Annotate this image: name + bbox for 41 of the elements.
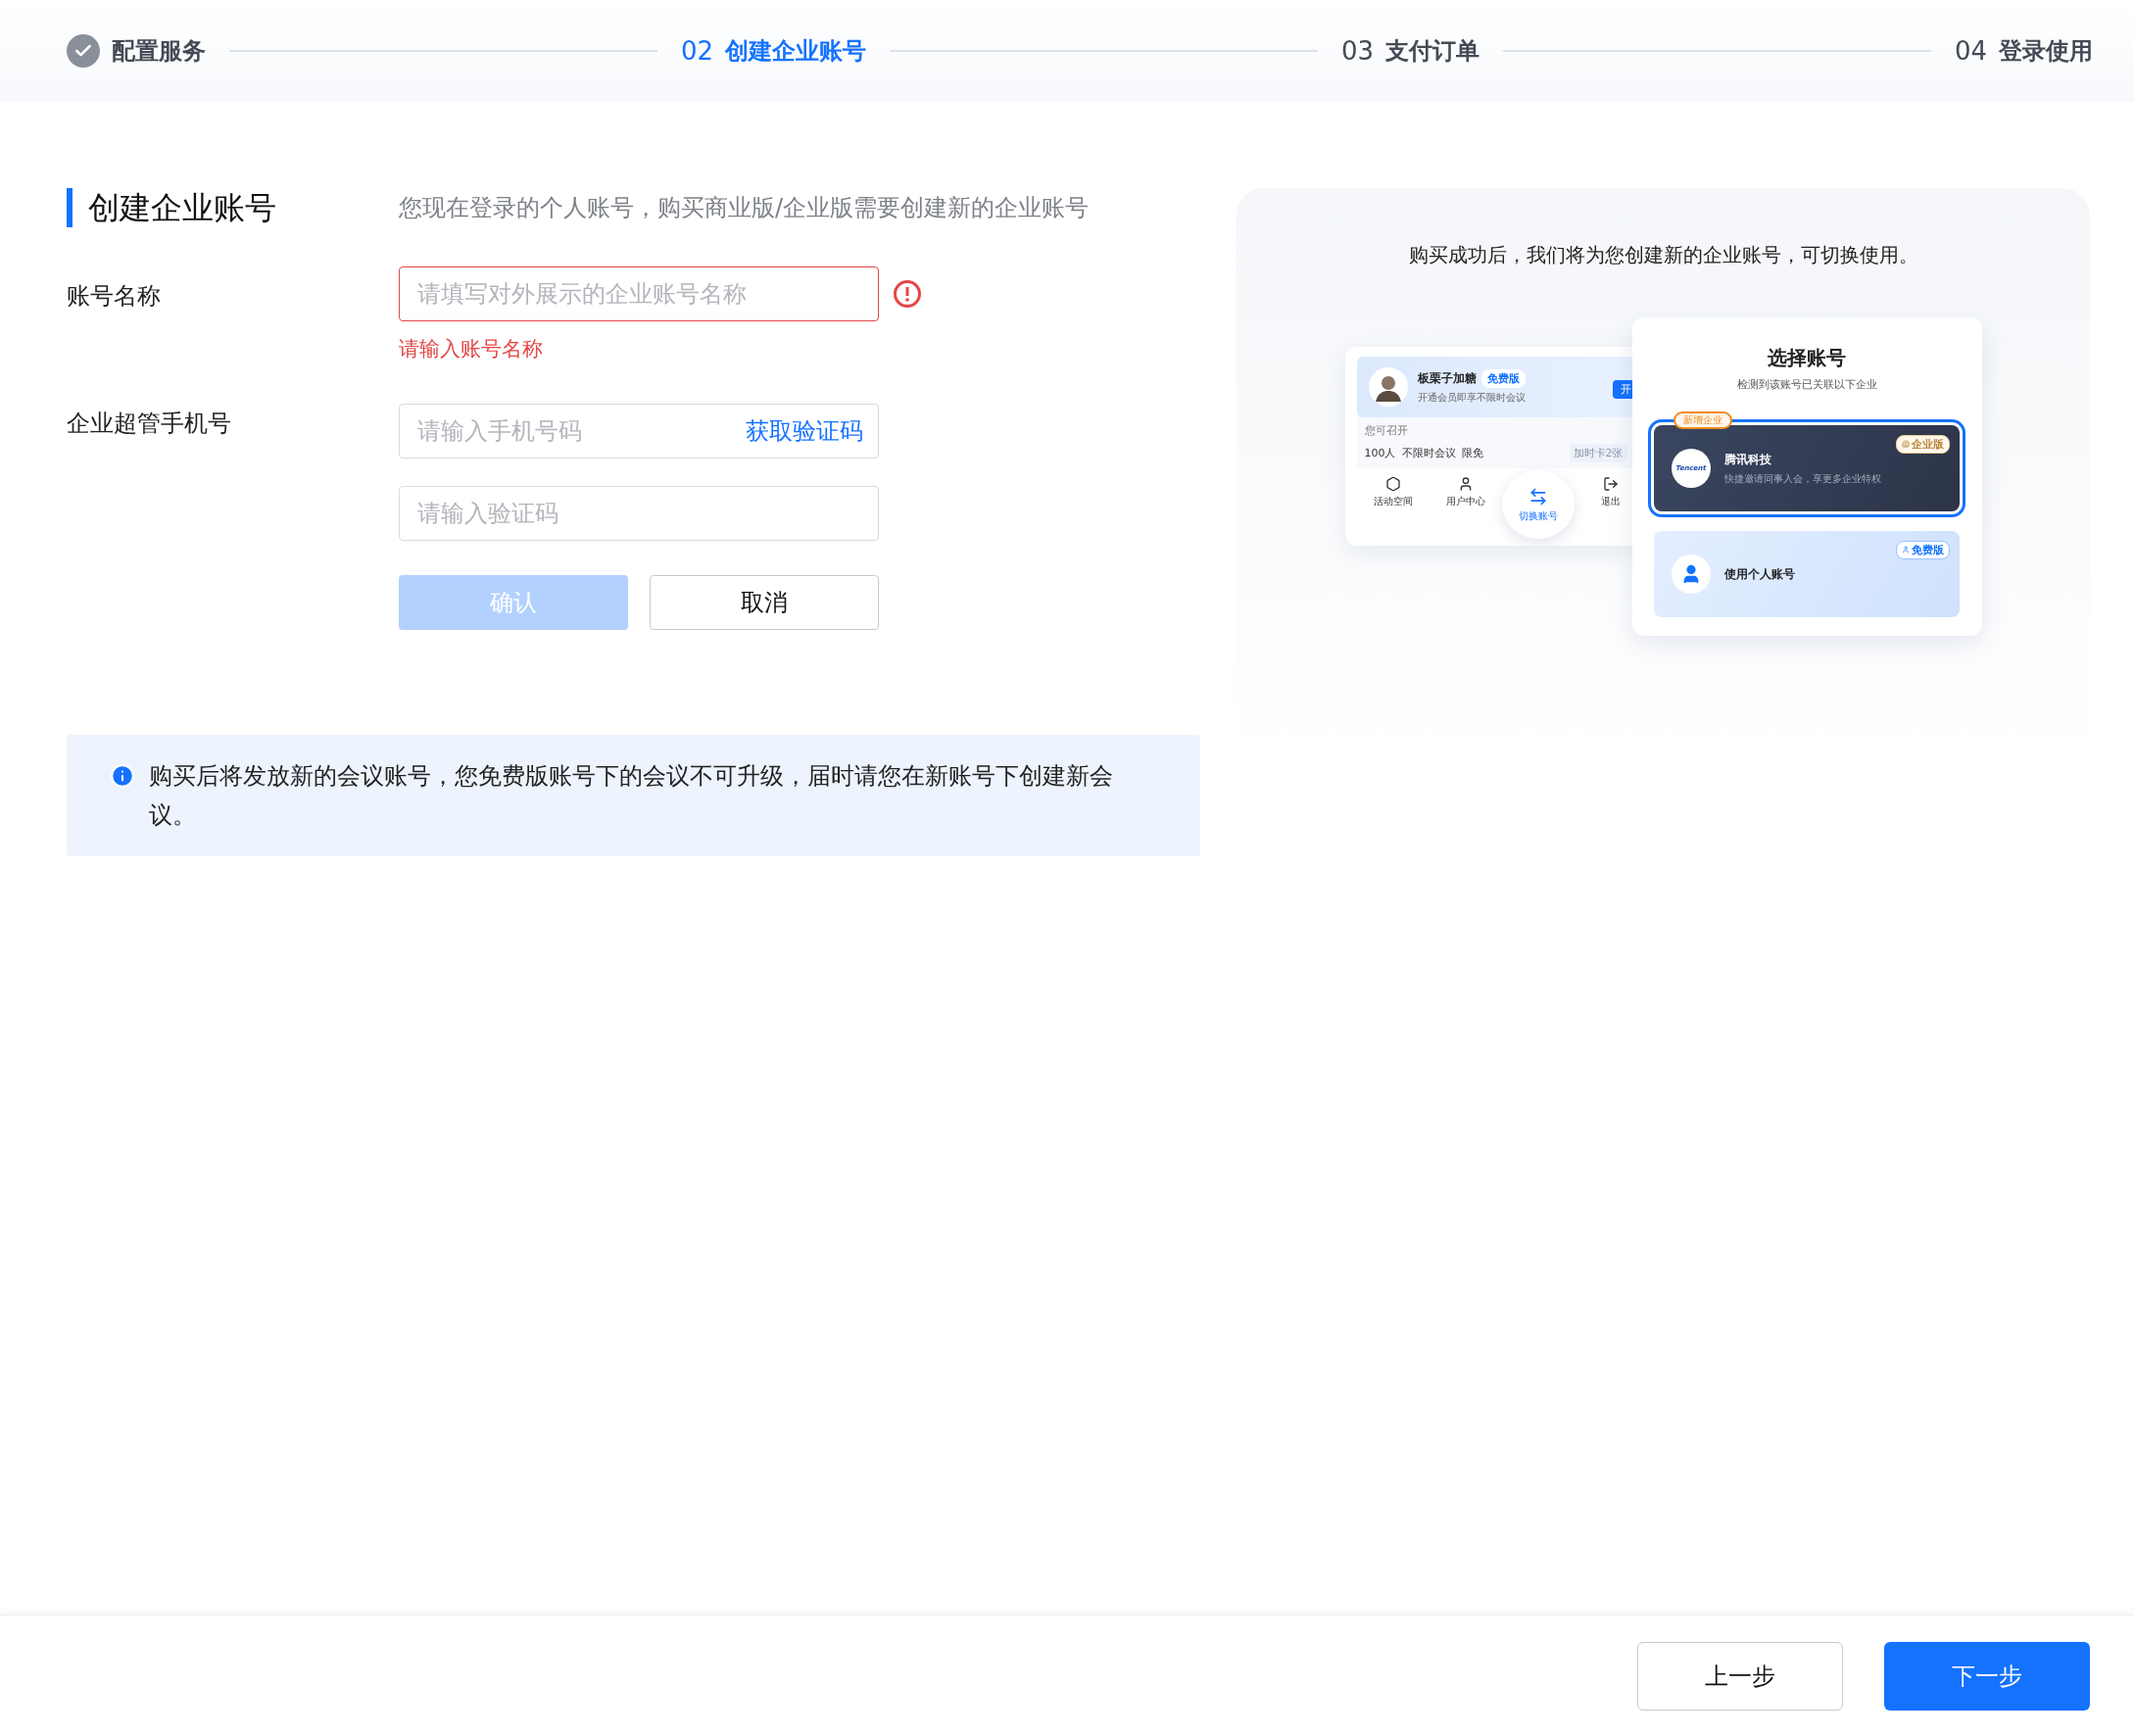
get-code-link[interactable]: 获取验证码 (746, 415, 863, 447)
info-text: 购买后将发放新的会议账号，您免费版账号下的会议不可升级，届时请您在新账号下创建新会议。 (149, 761, 1114, 831)
step-label: 配置服务 (112, 36, 206, 67)
new-tag: 新增企业 (1673, 411, 1732, 429)
profile-name: 板栗子加糖 (1417, 370, 1477, 387)
profile-subtitle: 开通会员即享不限时会议 (1417, 391, 1526, 405)
logout-icon (1602, 476, 1619, 492)
back-button[interactable]: 上一步 (1637, 1641, 1843, 1711)
step-number: 03 (1340, 36, 1374, 66)
extra-tag: 加时卡2张 (1569, 444, 1627, 462)
plan-badge: 免费版 (1896, 540, 1950, 559)
info-icon (110, 763, 135, 789)
error-icon (893, 279, 922, 309)
step-number: 04 (1954, 36, 1987, 66)
step-label: 支付订单 (1385, 36, 1479, 67)
picker-subtitle: 检测到该账号已关联以下企业 (1736, 377, 1877, 392)
step-label: 创建企业账号 (725, 36, 866, 67)
picker-title: 选择账号 (1768, 345, 1846, 371)
person-icon (1672, 555, 1711, 594)
step-label: 登录使用 (1999, 36, 2093, 67)
preview-caption: 购买成功后，我们将为您创建新的企业账号，可切换使用。 (1408, 242, 1918, 268)
cancel-button[interactable]: 取消 (650, 575, 879, 630)
notice-text: 您现在登录的个人账号，购买商业版/企业版需要创建新的企业账号 (399, 193, 1091, 223)
field-label: 企业超管手机号 (67, 410, 231, 437)
account-description: 快捷邀请同事入会，享更多企业特权 (1724, 471, 1881, 486)
input-field[interactable]: 请填写对外展示的企业账号名称 (399, 266, 879, 321)
section-label: 您可召开 (1364, 423, 1409, 438)
hexagon-icon (1384, 476, 1401, 492)
feature-text: 不限时会议 (1401, 446, 1456, 460)
avatar-icon (1368, 367, 1408, 407)
error-text: 请输入账号名称 (399, 336, 544, 362)
section-title: 创建企业账号 (67, 188, 399, 227)
feature-text: 限免 (1461, 446, 1483, 460)
field-label: 账号名称 (67, 282, 161, 310)
next-button[interactable]: 下一步 (1884, 1641, 2090, 1711)
plan-badge: 企业版 (1896, 434, 1950, 454)
account-name: 腾讯科技 (1724, 451, 1772, 468)
feature-text: 100人 (1364, 446, 1396, 460)
step-number: 02 (680, 36, 713, 66)
account-name: 使用个人账号 (1724, 565, 1795, 583)
free-badge: 免费版 (1480, 369, 1526, 388)
